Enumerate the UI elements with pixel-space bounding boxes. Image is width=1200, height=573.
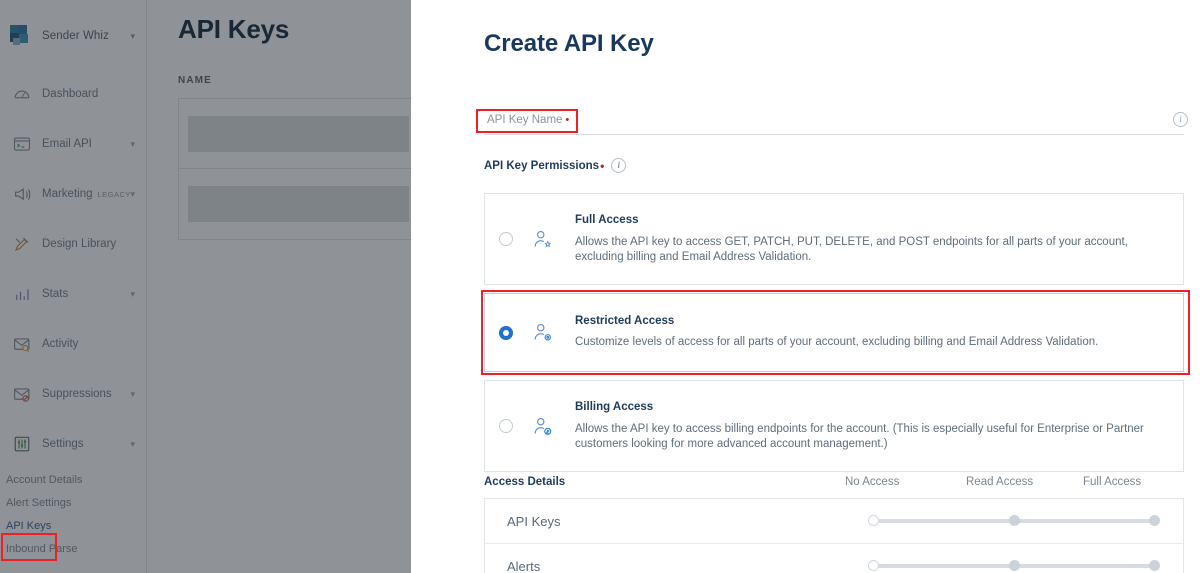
info-circle-icon[interactable]: i [611, 158, 627, 173]
access-row-alerts[interactable]: Alerts [485, 544, 1183, 573]
required-marker: • [600, 158, 605, 173]
option-title: Restricted Access [575, 315, 675, 327]
api-key-permissions-label: API Key Permissions • i [484, 158, 627, 173]
api-key-name-field-row: API Key Name • i [484, 110, 1188, 135]
api-key-name-placeholder: API Key Name • [487, 114, 569, 126]
option-description: Allows the API key to access billing end… [575, 422, 1144, 450]
option-title: Full Access [575, 213, 639, 226]
slider-handle-no-access[interactable] [868, 560, 879, 571]
option-text-block: Restricted Access Customize levels of ac… [575, 315, 1163, 350]
create-api-key-panel: Create API Key API Key Name • i API Key P… [411, 0, 1200, 573]
radio-restricted-access[interactable] [499, 325, 513, 340]
api-key-name-input[interactable]: API Key Name • i [484, 110, 1188, 135]
api-key-name-placeholder-text: API Key Name [487, 114, 563, 126]
radio-billing-access[interactable] [499, 419, 513, 433]
access-slider-api-keys[interactable] [868, 515, 1160, 527]
access-details-table: API Keys Alerts [484, 498, 1184, 573]
permission-option-full-access[interactable]: Full Access Allows the API key to access… [484, 193, 1184, 285]
access-details-header: Access Details No Access Read Access Ful… [484, 476, 1184, 492]
radio-full-access[interactable] [499, 232, 513, 246]
access-slider-alerts[interactable] [868, 560, 1160, 572]
modal-title: Create API Key [484, 30, 654, 57]
access-details-title: Access Details [484, 476, 566, 488]
access-column-read-access: Read Access [966, 476, 1034, 488]
option-description: Customize levels of access for all parts… [575, 336, 1099, 348]
option-text-block: Billing Access Allows the API key to acc… [575, 401, 1163, 452]
access-column-full-access: Full Access [1083, 476, 1142, 488]
permission-option-billing-access[interactable]: Billing Access Allows the API key to acc… [484, 380, 1184, 472]
user-dollar-icon [531, 415, 553, 437]
access-row-label: Alerts [507, 558, 541, 573]
modal-backdrop-overlay[interactable] [0, 0, 411, 573]
info-circle-icon[interactable]: i [1173, 111, 1188, 129]
permission-option-restricted-access[interactable]: Restricted Access Customize levels of ac… [484, 293, 1184, 372]
user-gear-icon [531, 322, 553, 344]
option-title: Billing Access [575, 400, 654, 413]
user-star-icon [531, 228, 553, 250]
permissions-label-text: API Key Permissions [484, 159, 600, 172]
slider-stop-full-access[interactable] [1149, 560, 1160, 571]
slider-stop-full-access[interactable] [1149, 515, 1160, 526]
option-text-block: Full Access Allows the API key to access… [575, 214, 1163, 265]
slider-stop-read-access[interactable] [1009, 515, 1020, 526]
access-row-label: API Keys [507, 513, 561, 529]
access-row-api-keys[interactable]: API Keys [485, 499, 1183, 544]
slider-handle-no-access[interactable] [868, 515, 879, 526]
option-description: Allows the API key to access GET, PATCH,… [575, 235, 1128, 263]
access-column-no-access: No Access [845, 476, 900, 488]
slider-stop-read-access[interactable] [1009, 560, 1020, 571]
required-marker: • [565, 114, 570, 126]
